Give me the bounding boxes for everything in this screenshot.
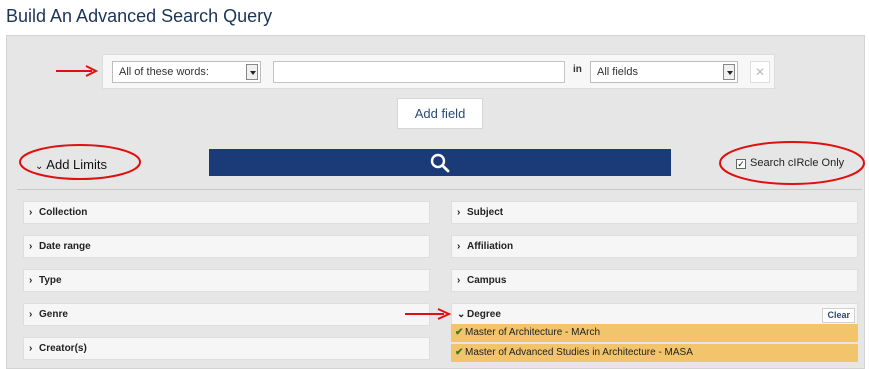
search-button[interactable] [209,149,671,176]
chevron-down-icon: ⌄ [35,161,44,172]
facet-label: Affiliation [467,241,514,252]
match-type-value: All of these words: [119,66,209,78]
chevron-down-icon: ⌄ [457,309,466,320]
search-icon [430,153,450,173]
circle-only-checkbox[interactable]: ✓ [736,159,746,169]
facet-affiliation[interactable]: › Affiliation [451,235,858,258]
facet-creators[interactable]: › Creator(s) [23,337,430,360]
degree-item-label: Master of Architecture - MArch [465,327,601,338]
divider [17,189,862,190]
search-builder-panel: All of these words: in All fields ✕ Add … [6,35,865,369]
chevron-right-icon: › [457,241,461,252]
chevron-right-icon: › [29,241,33,252]
facet-date-range[interactable]: › Date range [23,235,430,258]
field-select[interactable]: All fields [590,61,738,83]
facet-label: Date range [39,241,91,252]
facet-campus[interactable]: › Campus [451,269,858,292]
chevron-down-icon[interactable] [723,64,735,80]
query-input[interactable] [273,61,565,83]
checkmark-icon: ✔ [455,347,464,358]
checkmark-icon: ✔ [455,327,464,338]
chevron-right-icon: › [29,275,33,286]
facet-label: Creator(s) [39,343,87,354]
field-value: All fields [597,66,638,78]
circle-only-label: Search cIRcle Only [750,157,845,169]
circle-only-option[interactable]: ✓ Search cIRcle Only [736,157,844,169]
chevron-right-icon: › [29,207,33,218]
facet-label: Subject [467,207,504,218]
chevron-down-icon[interactable] [246,64,258,80]
degree-selected-item[interactable]: ✔ Master of Advanced Studies in Architec… [451,344,858,362]
facet-genre[interactable]: › Genre [23,303,430,326]
facet-label: Campus [467,275,507,286]
facet-label: Type [39,275,62,286]
chevron-right-icon: › [29,309,33,320]
facet-label: Degree [467,309,501,320]
add-limits-toggle[interactable]: ⌄ Add Limits [35,157,107,172]
chevron-right-icon: › [457,207,461,218]
page-title: Build An Advanced Search Query [6,6,273,26]
facet-type[interactable]: › Type [23,269,430,292]
remove-row-button[interactable]: ✕ [750,61,770,83]
facet-label: Genre [39,309,68,320]
add-limits-label: Add Limits [46,157,107,172]
clear-button[interactable]: Clear [822,308,855,323]
facet-label: Collection [39,207,88,218]
add-field-button[interactable]: Add field [397,98,483,129]
match-type-select[interactable]: All of these words: [112,61,261,83]
in-label: in [573,64,582,75]
close-icon: ✕ [754,65,766,79]
search-row: All of these words: in All fields ✕ [102,54,775,89]
chevron-right-icon: › [457,275,461,286]
degree-selected-item[interactable]: ✔ Master of Architecture - MArch [451,324,858,342]
degree-item-label: Master of Advanced Studies in Architectu… [465,347,693,358]
facet-degree[interactable]: ⌄ Degree Clear [451,303,858,326]
chevron-right-icon: › [29,343,33,354]
facet-subject[interactable]: › Subject [451,201,858,224]
facet-collection[interactable]: › Collection [23,201,430,224]
